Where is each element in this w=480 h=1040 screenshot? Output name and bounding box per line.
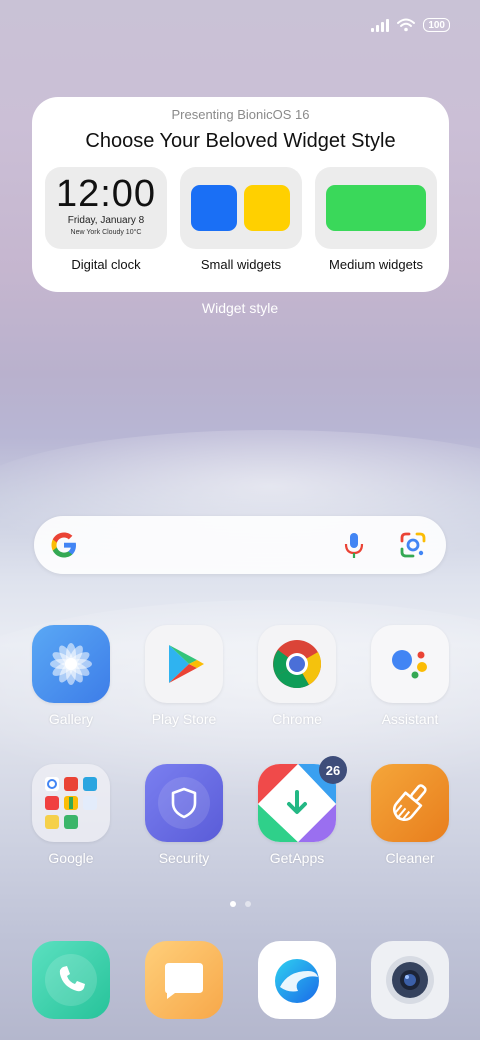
clock-weather: New York Cloudy 10°C: [70, 229, 142, 236]
security-icon: [145, 764, 223, 842]
notification-badge: 26: [319, 756, 347, 784]
widget-style-card[interactable]: Presenting BionicOS 16 Choose Your Belov…: [32, 97, 449, 292]
browser-icon: [275, 959, 319, 1003]
dock-camera[interactable]: [371, 941, 449, 1019]
messages-icon: [165, 963, 203, 999]
google-g-icon: [51, 532, 76, 558]
dock-phone[interactable]: [32, 941, 110, 1019]
clock-date: Friday, January 8: [67, 215, 145, 226]
clock-time: 12:00: [55, 173, 157, 215]
medium-widget-green: [326, 185, 426, 231]
camera-icon: [386, 956, 434, 1004]
small-widget-blue: [191, 185, 237, 231]
widget-card-subtitle: Presenting BionicOS 16: [171, 107, 310, 122]
google-lens-icon[interactable]: [398, 530, 428, 560]
google-folder-icon: [32, 764, 110, 842]
widget-option-small[interactable]: Small widgets: [180, 167, 302, 272]
status-bar: 100: [371, 18, 450, 32]
page-indicator: [0, 901, 480, 907]
play-store-icon: [145, 625, 223, 703]
app-cleaner[interactable]: Cleaner: [360, 764, 460, 866]
google-search-bar[interactable]: [34, 516, 446, 574]
wifi-icon: [397, 18, 416, 32]
signal-icon: [371, 18, 390, 32]
widget-option-medium[interactable]: Medium widgets: [315, 167, 437, 272]
battery-level: 100: [428, 19, 445, 31]
app-label: Gallery: [48, 711, 94, 727]
small-widgets-preview: [180, 167, 302, 249]
gallery-icon: [32, 625, 110, 703]
app-gallery[interactable]: Gallery: [21, 625, 121, 727]
microphone-icon[interactable]: [339, 530, 369, 560]
page-dot: [244, 901, 251, 907]
option-label: Small widgets: [200, 257, 282, 272]
battery-indicator: 100: [423, 18, 450, 32]
option-label: Digital clock: [71, 257, 141, 272]
app-label: GetApps: [269, 850, 325, 866]
dock-messages[interactable]: [145, 941, 223, 1019]
phone-icon: [45, 954, 97, 1006]
app-google-folder[interactable]: Google: [21, 764, 121, 866]
app-label: Play Store: [151, 711, 217, 727]
widget-card-title: Choose Your Beloved Widget Style: [85, 130, 396, 152]
assistant-icon: [371, 625, 449, 703]
digital-clock-preview: 12:00 Friday, January 8 New York Cloudy …: [45, 167, 167, 249]
app-chrome[interactable]: Chrome: [247, 625, 347, 727]
app-play-store[interactable]: Play Store: [134, 625, 234, 727]
chrome-icon: [258, 625, 336, 703]
cleaner-icon: [371, 764, 449, 842]
app-label: Assistant: [381, 711, 439, 727]
app-assistant[interactable]: Assistant: [360, 625, 460, 727]
app-label: Chrome: [272, 711, 322, 727]
widget-caption: Widget style: [201, 300, 279, 316]
widget-option-digital-clock[interactable]: 12:00 Friday, January 8 New York Cloudy …: [45, 167, 167, 272]
app-label: Google: [48, 850, 94, 866]
app-label: Cleaner: [385, 850, 435, 866]
app-security[interactable]: Security: [134, 764, 234, 866]
page-dot-active: [229, 901, 236, 907]
small-widget-yellow: [244, 185, 290, 231]
medium-widgets-preview: [315, 167, 437, 249]
dock-browser[interactable]: [258, 941, 336, 1019]
option-label: Medium widgets: [329, 257, 423, 272]
app-getapps[interactable]: 26 GetApps: [247, 756, 347, 866]
app-label: Security: [158, 850, 210, 866]
